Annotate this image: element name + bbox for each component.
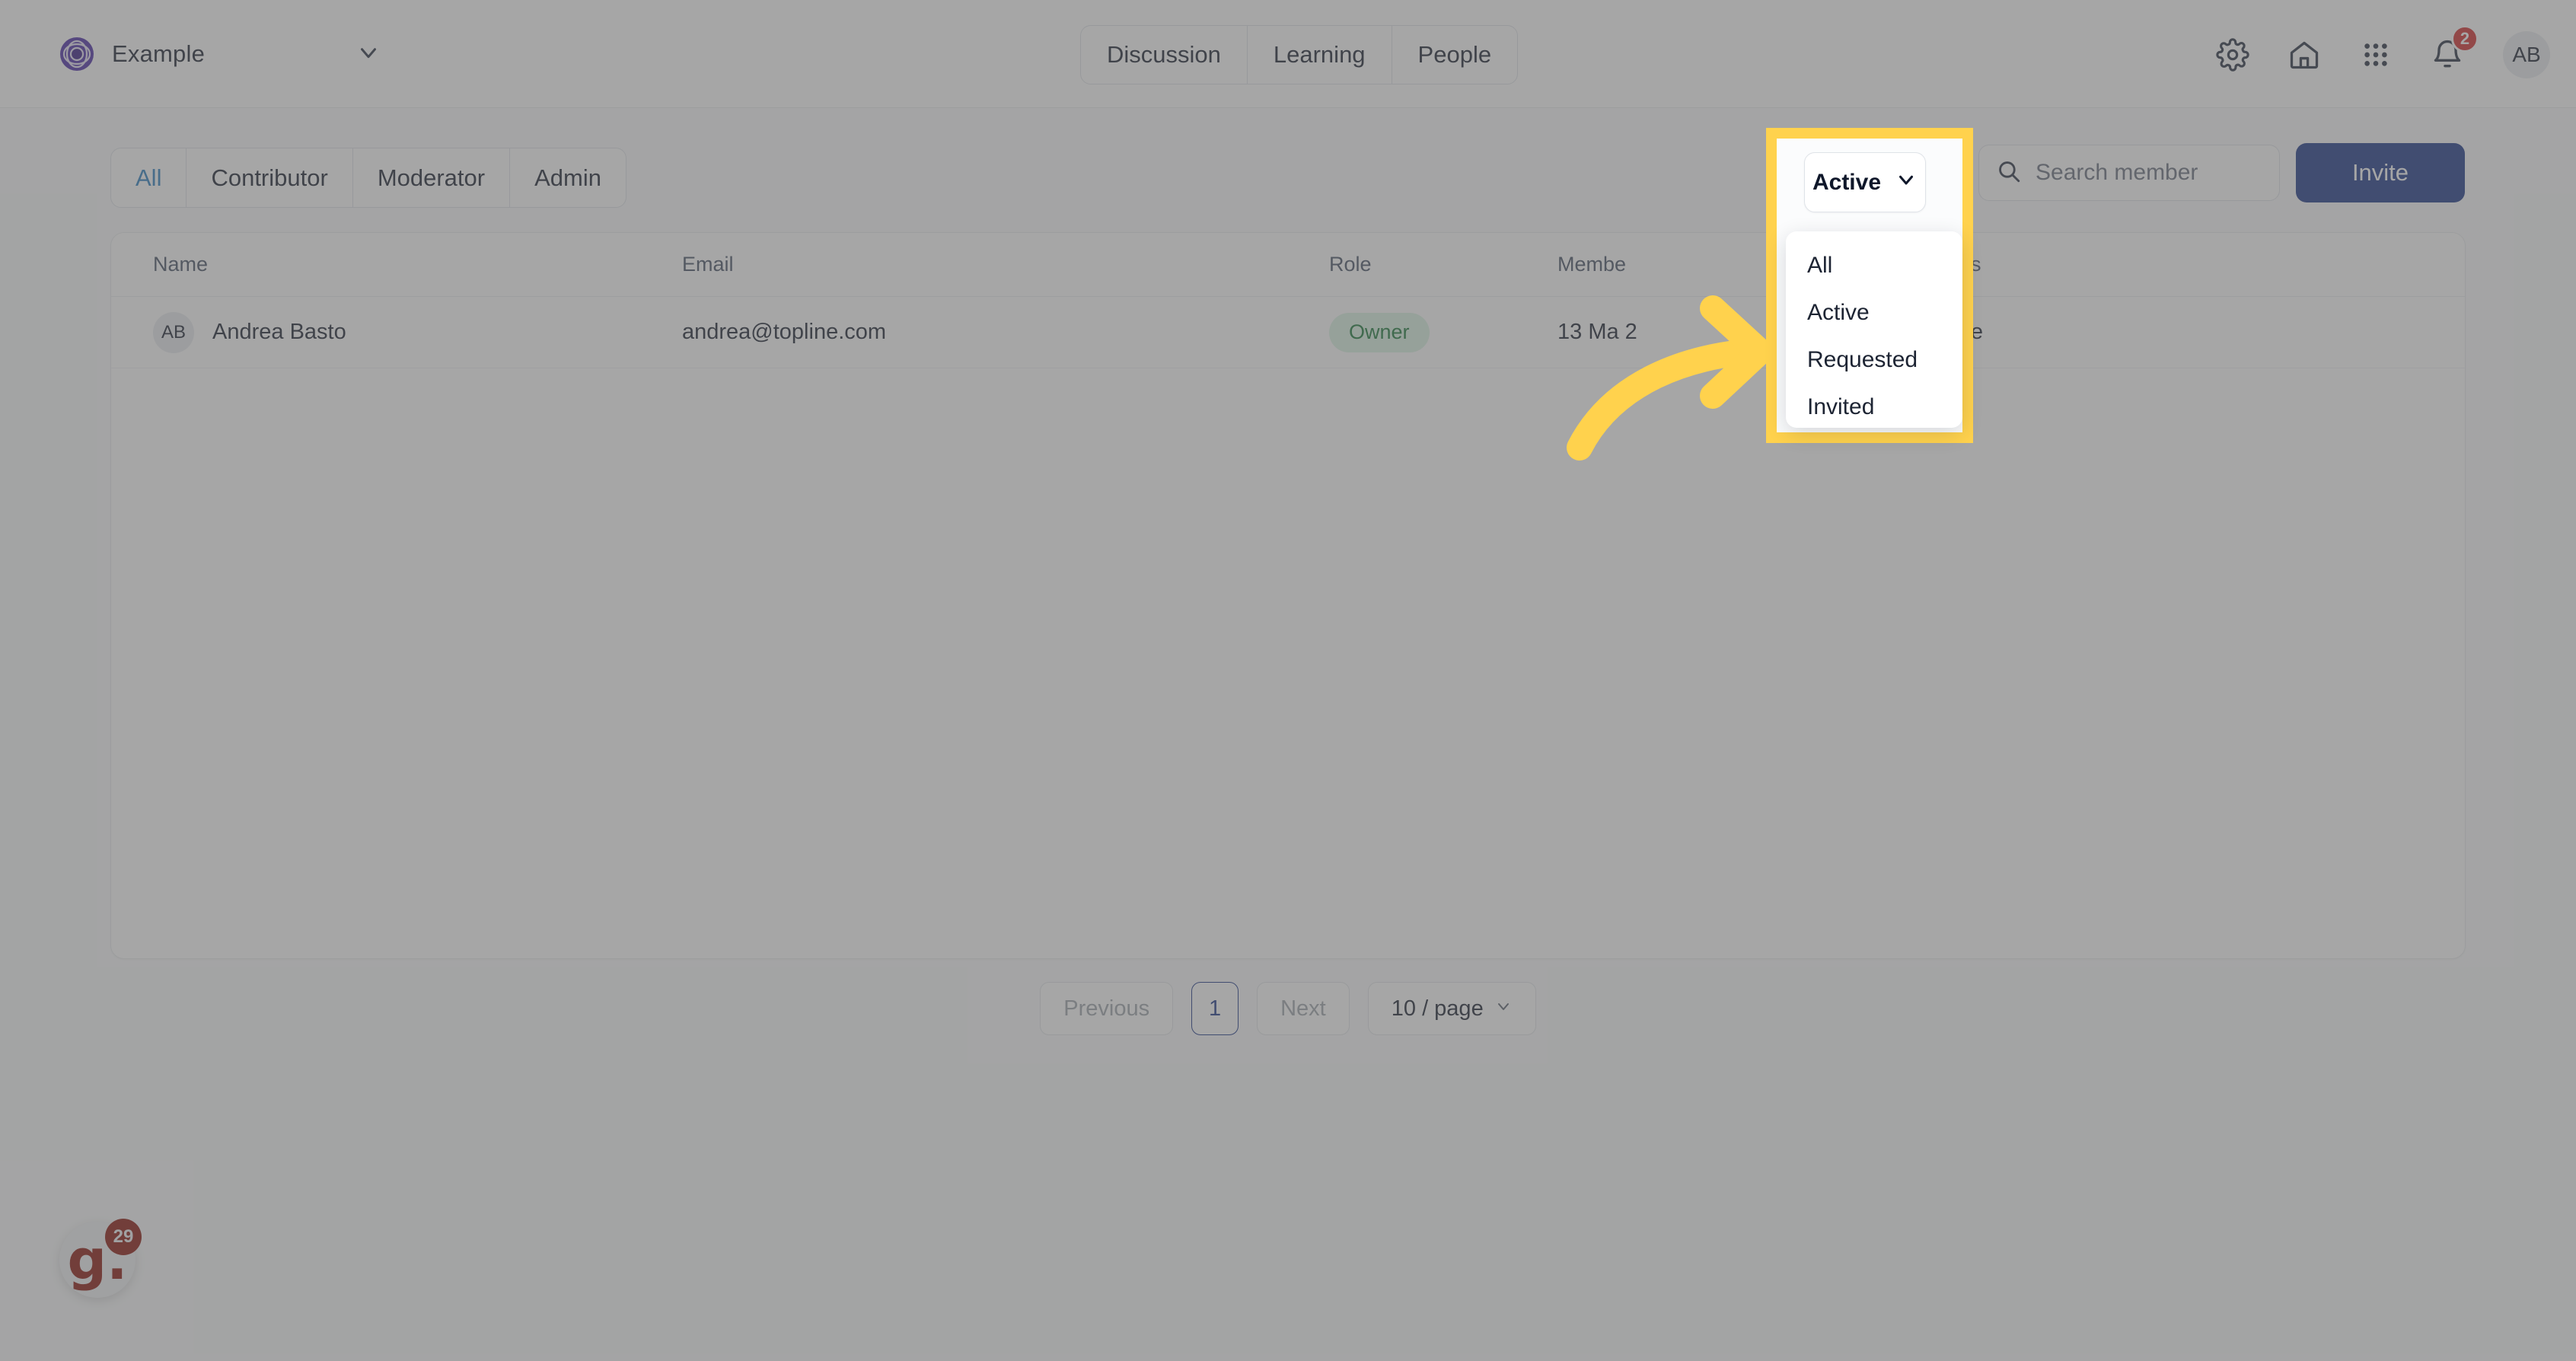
top-bar-actions: 2 AB (2212, 24, 2550, 85)
gear-icon[interactable] (2212, 34, 2253, 75)
menu-item-all-label: All (1807, 253, 1833, 278)
search-icon (1996, 158, 2022, 188)
avatar[interactable]: AB (2503, 31, 2550, 78)
notification-badge: 2 (2451, 25, 2479, 53)
tab-learning-label: Learning (1273, 41, 1366, 68)
status-badge-role: Owner (1329, 312, 1430, 352)
highlight-inner: Active All Active Requested Invited (1777, 139, 1962, 432)
screen-root: Example Discussion Learning People 2 AB … (0, 0, 2576, 1361)
role-tab-contributor-label: Contributor (211, 164, 328, 191)
circles-logo-icon (59, 36, 95, 72)
row-avatar: AB (153, 311, 194, 353)
role-tab-all-label: All (135, 164, 162, 191)
top-bar: Example Discussion Learning People 2 AB (0, 0, 2576, 108)
invite-button[interactable]: Invite (2296, 143, 2465, 202)
tab-people[interactable]: People (1392, 26, 1518, 84)
tab-discussion-label: Discussion (1107, 41, 1221, 68)
menu-item-active-label: Active (1807, 300, 1870, 325)
role-tab-contributor[interactable]: Contributor (187, 148, 353, 207)
menu-item-invited-label: Invited (1807, 394, 1875, 419)
search-member-box[interactable] (1978, 145, 2280, 201)
menu-item-requested[interactable]: Requested (1786, 336, 1962, 384)
row-name-label: Andrea Basto (212, 320, 346, 344)
status-filter-dropdown-menu: All Active Requested Invited (1786, 231, 1962, 428)
per-page-select[interactable]: 10 / page (1367, 982, 1536, 1035)
cell-role: Owner (1329, 312, 1557, 352)
table-row[interactable]: AB Andrea Basto andrea@topline.com Owner… (111, 297, 2465, 368)
column-header-email: Email (682, 253, 734, 276)
previous-page-button[interactable]: Previous (1040, 982, 1174, 1035)
primary-nav-tabs: Discussion Learning People (1080, 25, 1519, 84)
bell-icon[interactable]: 2 (2427, 25, 2479, 75)
role-filter-tabs: All Contributor Moderator Admin (110, 148, 626, 208)
role-tab-admin-label: Admin (534, 164, 601, 191)
role-tab-moderator[interactable]: Moderator (353, 148, 511, 207)
org-name: Example (112, 40, 206, 67)
table-header-row: Name Email Role Membe Status (111, 233, 2465, 297)
status-filter-select-highlighted[interactable]: Active (1804, 152, 1926, 212)
search-input[interactable] (2036, 160, 2262, 186)
cell-name: AB Andrea Basto (111, 311, 682, 353)
next-page-button[interactable]: Next (1257, 982, 1350, 1035)
cell-email: andrea@topline.com (682, 320, 887, 344)
highlight-box: Active All Active Requested Invited (1766, 128, 1973, 443)
org-switcher[interactable]: Example (38, 24, 402, 84)
chevron-down-icon (1895, 168, 1918, 197)
status-filter-selected-value: Active (1812, 169, 1882, 195)
home-icon[interactable] (2284, 34, 2325, 75)
per-page-label: 10 / page (1391, 996, 1484, 1021)
pagination: Previous 1 Next 10 / page (0, 982, 2576, 1035)
members-panel: Name Email Role Membe Status AB Andrea B… (110, 232, 2466, 959)
chevron-down-icon (355, 40, 381, 69)
chevron-down-icon (1494, 996, 1513, 1022)
page-number-1-button[interactable]: 1 (1191, 982, 1239, 1035)
menu-item-requested-label: Requested (1807, 347, 1918, 372)
role-tab-moderator-label: Moderator (377, 164, 486, 191)
menu-item-invited[interactable]: Invited (1786, 384, 1962, 431)
role-tab-all[interactable]: All (111, 148, 187, 207)
tab-learning[interactable]: Learning (1248, 26, 1392, 84)
tab-discussion[interactable]: Discussion (1081, 26, 1248, 84)
column-header-name: Name (153, 253, 209, 276)
grid-apps-icon[interactable] (2355, 34, 2396, 75)
column-header-role: Role (1329, 253, 1372, 276)
tab-people-label: People (1417, 41, 1492, 68)
role-tab-admin[interactable]: Admin (510, 148, 626, 207)
menu-item-active[interactable]: Active (1786, 289, 1962, 336)
help-widget-badge: 29 (105, 1219, 142, 1255)
help-widget-button[interactable]: g. 29 (59, 1219, 142, 1298)
menu-item-all[interactable]: All (1786, 242, 1962, 289)
